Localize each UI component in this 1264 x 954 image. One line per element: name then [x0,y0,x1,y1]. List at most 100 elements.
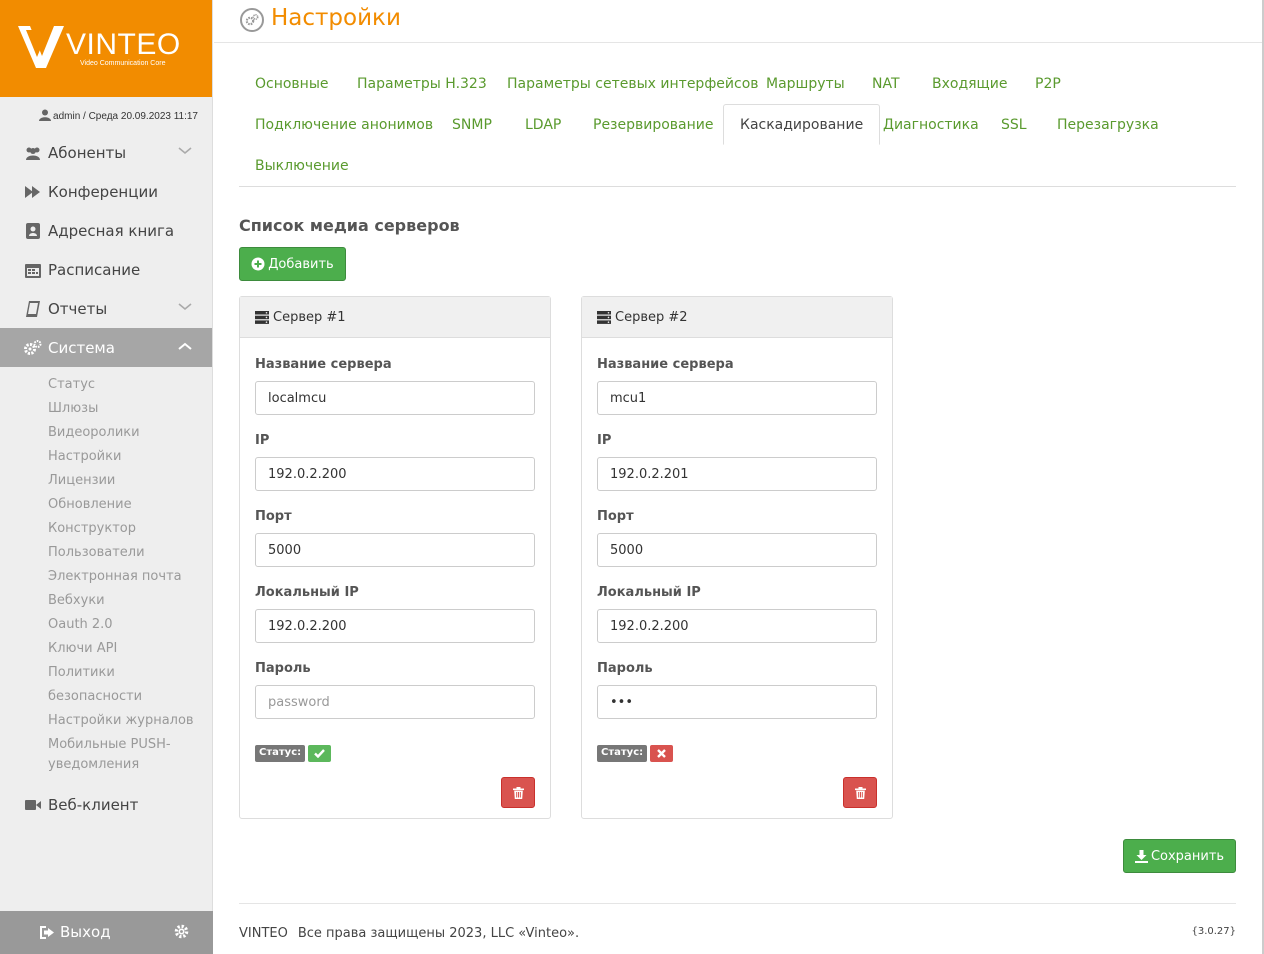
nav-subscribers[interactable]: Абоненты [0,133,212,172]
server-icon [255,310,269,324]
server-port-label: Порт [597,509,634,524]
user-icon [39,109,52,121]
subnav-log-settings[interactable]: Настройки журналов [0,709,212,733]
subnav-gateways[interactable]: Шлюзы [0,397,212,421]
nav-addressbook[interactable]: Адресная книга [0,211,212,250]
server-ip-input[interactable]: 192.0.2.201 [597,457,877,491]
logout-button[interactable]: Выход [40,923,111,941]
tab-cascading[interactable]: Каскадирование [723,104,881,145]
nav-web-client[interactable]: Веб-клиент [0,785,212,824]
tab-reboot[interactable]: Перезагрузка [1041,104,1175,145]
tab-nat[interactable]: NAT [856,63,916,104]
server-icon [597,310,611,324]
server-card-title: Сервер #2 [615,309,688,325]
subnav-push-notifications[interactable]: Мобильные PUSH- уведомления [0,733,212,777]
vinteo-logo-mark [18,26,64,68]
server-local-ip-label: Локальный IP [255,585,359,600]
server-name-label: Название сервера [597,357,734,372]
tab-general[interactable]: Основные [239,63,345,104]
system-subnav: Статус Шлюзы Видеоролики Настройки Лицен… [0,367,212,785]
fast-forward-icon [24,183,42,201]
server-password-input[interactable]: password [255,685,535,719]
nav-conferences[interactable]: Конференции [0,172,212,211]
tab-shutdown[interactable]: Выключение [239,145,365,186]
tab-p2p[interactable]: P2P [1019,63,1077,104]
subnav-push-line1: Мобильные PUSH- [48,737,171,752]
logout-label: Выход [60,923,111,941]
subnav-webhooks[interactable]: Вебхуки [0,589,212,613]
delete-server-button[interactable] [843,777,877,808]
tab-routes[interactable]: Маршруты [750,63,861,104]
tab-h323[interactable]: Параметры H.323 [341,63,503,104]
add-server-label: Добавить [268,256,334,272]
subnav-email[interactable]: Электронная почта [0,565,212,589]
nav-reports-label: Отчеты [48,299,108,318]
subnav-status[interactable]: Статус [0,373,212,397]
users-icon [24,144,42,162]
server-card: Сервер #1 Название сервера localmcu IP 1… [239,296,551,819]
nav-web-client-label: Веб-клиент [48,795,139,814]
server-name-input[interactable]: localmcu [255,381,535,415]
trash-icon [512,786,524,799]
user-info-text: admin / Среда 20.09.2023 11:17 [53,111,198,122]
user-info: admin / Среда 20.09.2023 11:17 [0,97,212,133]
close-icon [657,749,666,758]
nav-system[interactable]: Система [0,328,212,367]
page-title: Настройки [271,5,401,31]
tab-ssl[interactable]: SSL [985,104,1043,145]
tab-diagnostics[interactable]: Диагностика [867,104,995,145]
server-name-label: Название сервера [255,357,392,372]
tab-backup[interactable]: Резервирование [577,104,730,145]
server-card-body: Название сервера localmcu IP 192.0.2.200… [240,357,550,838]
server-card-body: Название сервера mcu1 IP 192.0.2.201 Пор… [582,357,892,838]
plus-circle-icon [251,257,265,271]
gears-icon [240,8,264,32]
tab-network-interfaces[interactable]: Параметры сетевых интерфейсов [491,63,775,104]
add-server-button[interactable]: Добавить [239,247,346,281]
tab-snmp[interactable]: SNMP [436,104,508,145]
server-password-input[interactable]: ••• [597,685,877,719]
settings-tabs: Основные Параметры H.323 Параметры сетев… [239,63,1236,187]
footer: VINTEO Все права защищены 2023, LLC «Vint… [239,926,579,941]
server-card: Сервер #2 Название сервера mcu1 IP 192.0… [581,296,893,819]
nav-schedule[interactable]: Расписание [0,250,212,289]
subnav-videos[interactable]: Видеоролики [0,421,212,445]
download-icon [1134,849,1148,863]
subnav-constructor[interactable]: Конструктор [0,517,212,541]
subnav-security-policies[interactable]: Политики безопасности [0,661,212,709]
status-label: Статус: [255,745,306,762]
subnav-licenses[interactable]: Лицензии [0,469,212,493]
footer-divider [239,903,1236,904]
save-button[interactable]: Сохранить [1123,839,1236,873]
tab-incoming[interactable]: Входящие [916,63,1023,104]
chevron-down-icon [178,147,192,155]
nav-reports[interactable]: Отчеты [0,289,212,328]
gear-icon[interactable] [174,924,189,939]
tab-ldap[interactable]: LDAP [509,104,577,145]
version-label: {3.0.27} [1191,926,1236,937]
logo-brand: VINTEO [66,28,181,61]
subnav-users[interactable]: Пользователи [0,541,212,565]
server-ip-input[interactable]: 192.0.2.200 [255,457,535,491]
subnav-update[interactable]: Обновление [0,493,212,517]
server-port-input[interactable]: 5000 [255,533,535,567]
subnav-api-keys[interactable]: Ключи API [0,637,212,661]
server-ip-label: IP [255,433,270,448]
subnav-settings[interactable]: Настройки [0,445,212,469]
tab-anonymous[interactable]: Подключение анонимов [239,104,449,145]
server-local-ip-input[interactable]: 192.0.2.200 [597,609,877,643]
server-local-ip-input[interactable]: 192.0.2.200 [255,609,535,643]
trash-icon [854,786,866,799]
server-port-input[interactable]: 5000 [597,533,877,567]
server-card-header: Сервер #2 [582,297,892,338]
server-ip-label: IP [597,433,612,448]
subnav-oauth[interactable]: Oauth 2.0 [0,613,212,637]
server-status: Статус: [255,745,332,762]
server-name-input[interactable]: mcu1 [597,381,877,415]
status-label: Статус: [597,745,648,762]
status-error-badge [650,745,674,762]
save-label: Сохранить [1150,848,1225,864]
nav-addressbook-label: Адресная книга [48,221,175,240]
server-password-label: Пароль [255,661,311,676]
delete-server-button[interactable] [501,777,535,808]
